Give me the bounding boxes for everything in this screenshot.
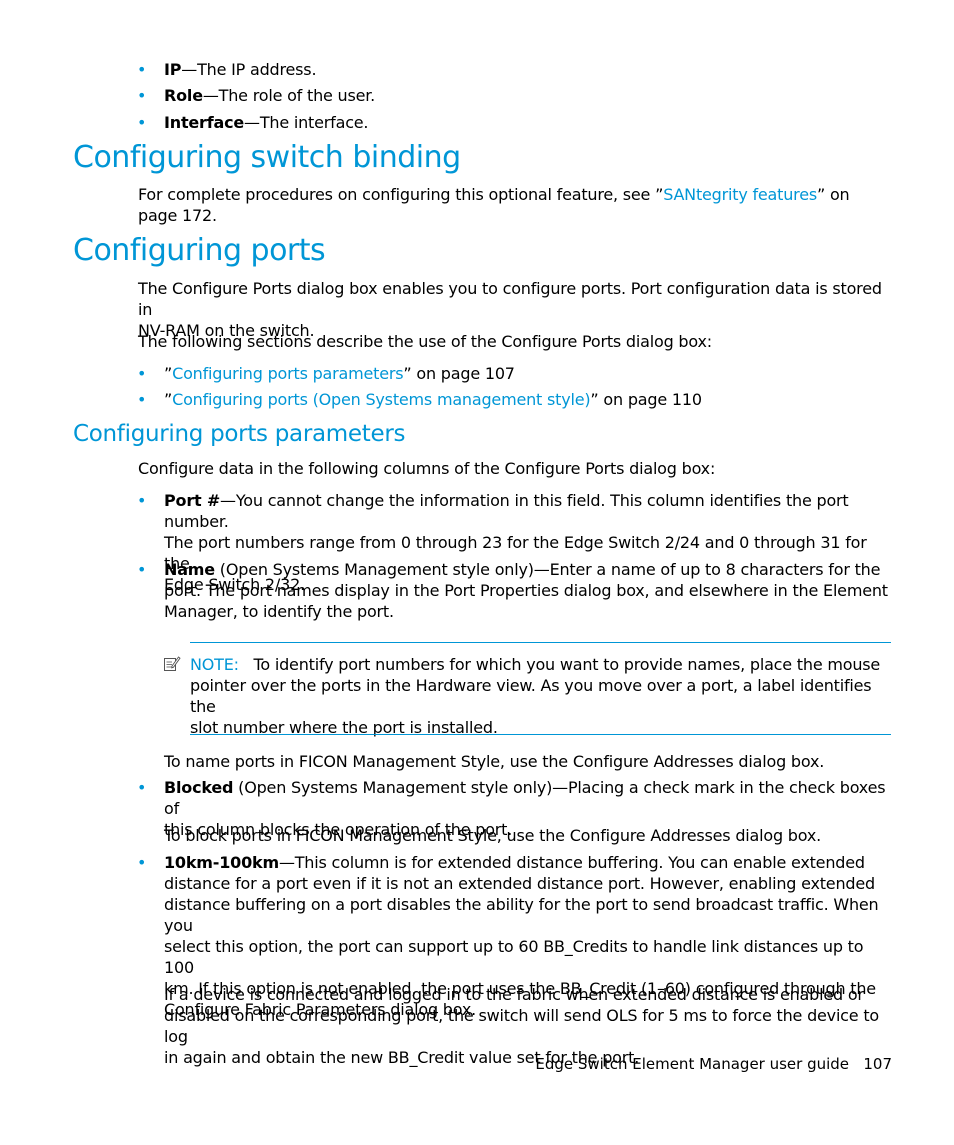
text: page 172. [138,206,217,225]
bullet-marker: • [137,778,147,797]
text: ” on page 110 [590,390,702,409]
note-bottom-rule [190,734,891,735]
bullet-marker: • [137,86,147,105]
link-santegrity-features[interactable]: SANtegrity features [663,185,817,204]
heading-configuring-ports: Configuring ports [73,233,326,268]
text: (Open Systems Management style only)—Pla… [164,778,886,818]
heading-switch-binding: Configuring switch binding [73,140,461,175]
text: pointer over the ports in the Hardware v… [190,676,872,716]
list-item-link-params: ”Configuring ports parameters” on page 1… [164,363,894,384]
bullet-marker: • [137,364,147,383]
term-10km-100km: 10km-100km [164,853,279,872]
desc-ip: —The IP address. [181,60,317,79]
footer-title: Edge Switch Element Manager user guide [535,1055,850,1073]
text: port. The port names display in the Port… [164,581,888,600]
text: ” on page 107 [403,364,515,383]
heading-ports-parameters: Configuring ports parameters [73,421,406,447]
link-configuring-ports-open-systems[interactable]: Configuring ports (Open Systems manageme… [172,390,591,409]
bullet-marker: • [137,390,147,409]
page-footer: Edge Switch Element Manager user guide 1… [535,1055,892,1073]
term-role: Role [164,86,203,105]
list-item-ip: IP—The IP address. [164,59,894,80]
text: To identify port numbers for which you w… [253,655,881,674]
bullet-marker: • [137,560,147,579]
bullet-marker: • [137,113,147,132]
note-pencil-icon [164,656,181,671]
text: disabled on the corresponding port, the … [164,1006,879,1046]
term-interface: Interface [164,113,245,132]
text: ” [164,390,173,409]
text: —You cannot change the information in th… [164,491,849,531]
text: distance for a port even if it is not an… [164,874,875,893]
desc-interface: —The interface. [244,113,369,132]
text: select this option, the port can support… [164,937,864,977]
list-item-link-open-systems: ”Configuring ports (Open Systems managem… [164,389,894,410]
text: ” on [816,185,850,204]
text: Manager, to identify the port. [164,602,394,621]
term-name: Name [164,560,215,579]
switch-binding-paragraph: For complete procedures on configuring t… [138,184,894,226]
link-configuring-ports-parameters[interactable]: Configuring ports parameters [172,364,404,383]
list-item-name: Name (Open Systems Management style only… [164,559,894,622]
list-item-interface: Interface—The interface. [164,112,894,133]
term-port-number: Port # [164,491,221,510]
text: For complete procedures on configuring t… [138,185,664,204]
note-label: NOTE: [190,655,239,674]
bullet-marker: • [137,853,147,872]
desc-role: —The role of the user. [202,86,376,105]
note-text: NOTE: To identify port numbers for which… [190,654,894,738]
page-number: 107 [863,1055,892,1073]
text: ” [164,364,173,383]
term-ip: IP [164,60,182,79]
note-top-rule [190,642,891,643]
text: The Configure Ports dialog box enables y… [138,279,882,319]
blocked-ficon-text: To block ports in FICON Management Style… [164,826,822,845]
ports-paragraph-2: The following sections describe the use … [138,332,712,351]
term-blocked: Blocked [164,778,234,797]
text: distance buffering on a port disables th… [164,895,879,935]
bullet-marker: • [137,60,147,79]
list-item-role: Role—The role of the user. [164,85,894,106]
params-intro: Configure data in the following columns … [138,459,716,478]
name-ficon-text: To name ports in FICON Management Style,… [164,752,825,771]
text: (Open Systems Management style only)—Ent… [214,560,881,579]
bullet-marker: • [137,491,147,510]
text: —This column is for extended distance bu… [278,853,865,872]
document-page: • IP—The IP address. • Role—The role of … [0,0,954,1145]
text: If a device is connected and logged in t… [164,985,864,1004]
